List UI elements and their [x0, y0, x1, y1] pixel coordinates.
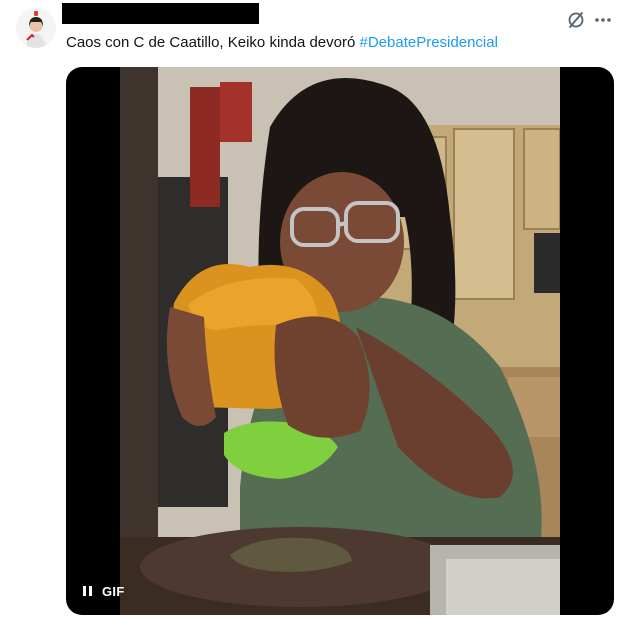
grok-button[interactable]: [566, 10, 586, 30]
slashed-circle-icon: [568, 12, 584, 28]
gif-media-card[interactable]: GIF: [66, 67, 614, 615]
tweet-text: Caos con C de Caatillo, Keiko kinda devo…: [66, 33, 498, 53]
gif-badge: GIF: [102, 583, 125, 599]
avatar-image: [16, 8, 56, 48]
tweet-text-main: Caos con C de Caatillo, Keiko kinda devo…: [66, 34, 360, 51]
gif-frame: [120, 67, 560, 615]
hashtag-link[interactable]: #DebatePresidencial: [360, 34, 498, 51]
more-horizontal-icon: [595, 18, 611, 22]
more-button[interactable]: [592, 9, 614, 31]
pause-icon[interactable]: [80, 584, 94, 598]
avatar[interactable]: [16, 8, 56, 48]
tweet: Caos con C de Caatillo, Keiko kinda devo…: [0, 0, 640, 629]
gif-controls: GIF: [80, 580, 125, 602]
redacted-username: [62, 3, 259, 24]
